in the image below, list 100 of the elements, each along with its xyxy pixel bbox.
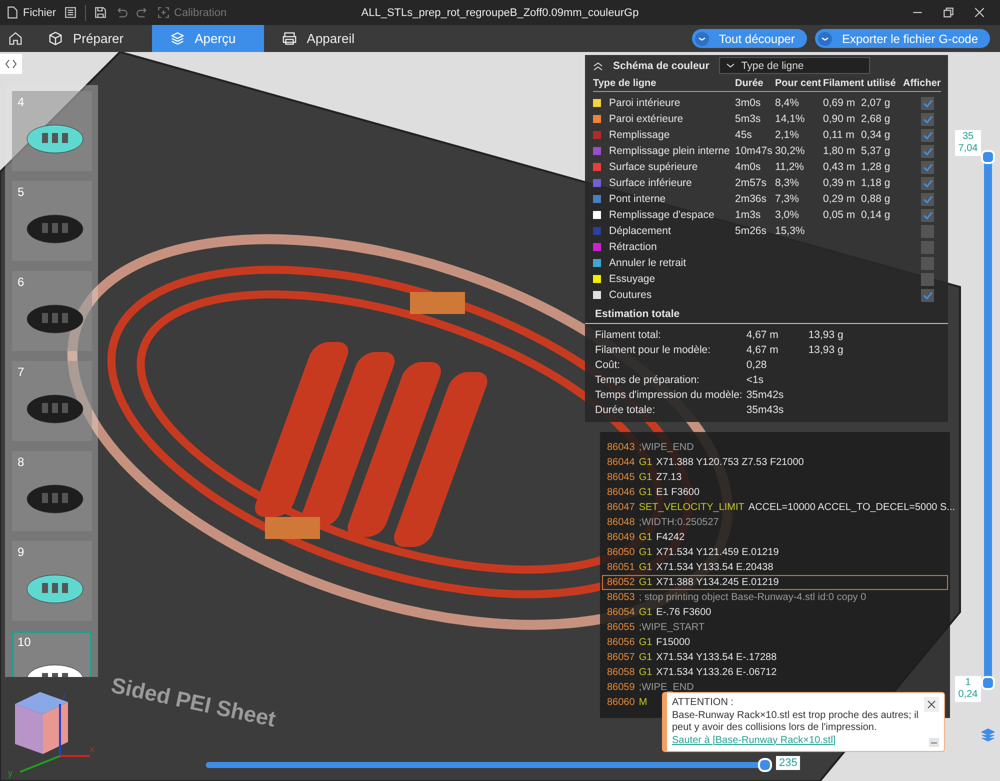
minimize-button[interactable] [929,738,939,747]
show-checkbox[interactable] [921,224,934,238]
collapse-button[interactable] [0,54,22,74]
estimate-value: 0,28 [746,358,768,373]
axis-label: z [62,690,66,700]
redo-icon[interactable] [136,6,150,19]
column-header: Pour cent [775,76,823,92]
weight-cell: 0,14 g [861,209,890,221]
color-scheme-dropdown[interactable]: Type de ligne [719,57,870,74]
plate-thumbnail[interactable]: 5 [12,181,92,261]
tab[interactable]: Appareil [264,25,382,52]
plate-thumbnail[interactable]: 9 [12,541,92,621]
gcode-arguments: X71.388 Y134.245 E.01219 [656,577,779,588]
weight-cell: 2,68 g [861,113,890,125]
length-cell: 1,80 m [823,145,856,157]
line-number: 86052 [607,577,635,588]
show-checkbox[interactable] [921,112,934,126]
close-icon [927,700,936,709]
show-checkbox[interactable] [921,96,934,110]
show-checkbox[interactable] [921,256,934,270]
gcode-line[interactable]: 86058 G1 X71.534 Y133.26 E-.06712 [602,665,948,680]
gcode-command: G1 [638,547,652,558]
orientation-cube-drawing[interactable] [15,692,90,773]
gcode-arguments: X71.388 Y120.753 Z7.53 F21000 [656,457,804,468]
show-checkbox[interactable] [921,176,934,190]
gcode-line[interactable]: 86046 G1 E1 F3600 [602,485,948,500]
undo-icon[interactable] [115,6,128,19]
gcode-comment: ;WIDTH:0.250527 [638,517,719,528]
weight-cell: 2,07 g [861,97,890,109]
section-title: Estimation totale [585,303,948,324]
show-checkbox[interactable] [921,128,934,142]
line-type-name: Pont interne [609,193,666,205]
weight-cell: 1,18 g [861,177,890,189]
show-checkbox[interactable] [921,272,934,286]
weight-cell: 1,28 g [861,161,890,173]
gcode-line[interactable]: 86048 ;WIDTH:0.250527 [602,515,948,530]
close-icon[interactable] [973,6,986,19]
tab[interactable]: Préparer [30,25,152,52]
duration-cell: 5m3s [735,113,761,125]
show-checkbox[interactable] [921,160,934,174]
estimate-label: Temps de préparation: [595,373,700,388]
gcode-line[interactable]: 86050 G1 X71.534 Y121.459 E.01219 [602,545,948,560]
line-type-name: Remplissage d'espace [609,209,714,221]
warning-message: Base-Runway Rack×10.stl est trop proche des autres; il peut y avoir des collisions lors de l'impression. [672,710,920,734]
gcode-line[interactable]: 86051 G1 X71.534 Y133.54 E.20438 [602,560,948,575]
gcode-command: G1 [638,532,652,543]
printer-icon [282,31,297,46]
line-number: 86053 [607,592,635,603]
gcode-line[interactable]: 86045 G1 Z7.13 [602,470,948,485]
plate-thumbnail[interactable]: 6 [12,271,92,351]
show-checkbox[interactable] [921,208,934,222]
show-checkbox[interactable] [921,192,934,206]
file-menu[interactable]: Fichier [23,6,56,18]
collapse-icon[interactable] [593,60,603,70]
layer-top-label: 35 7,04 [955,130,981,156]
menu-icon[interactable] [64,6,78,19]
layer-slider[interactable] [981,150,995,690]
line-number: 86058 [607,667,635,678]
percent-cell: 15,3% [775,225,805,237]
gcode-line[interactable]: 86055 ;WIPE_START [602,620,948,635]
gcode-line[interactable]: 86057 G1 X71.534 Y133.54 E-.17288 [602,650,948,665]
length-cell: 0,05 m [823,209,856,221]
gcode-line[interactable]: 86056 G1 F15000 [602,635,948,650]
restore-icon[interactable] [942,6,955,19]
slider-handle[interactable] [981,676,995,690]
gcode-line[interactable]: 86043 ;WIPE_END [602,440,948,455]
slider-handle[interactable] [981,150,995,164]
gcode-arguments: ACCEL=10000 ACCEL_TO_DECEL=5000 S... [748,502,956,513]
gcode-arguments: Z7.13 [656,472,682,483]
gcode-command: M [638,697,648,708]
gcode-line[interactable]: 86054 G1 E-.76 F3600 [602,605,948,620]
column-header: Durée [735,76,775,92]
gcode-arguments: X71.534 Y121.459 E.01219 [656,547,779,558]
move-value-label: 235 [776,756,800,770]
line-type-name: Surface inférieure [609,177,692,189]
duration-cell: 5m26s [735,225,767,237]
gcode-line[interactable]: 86059 ;WIPE_END [602,680,948,695]
line-type-name: Essuyage [609,273,656,285]
minus-icon [931,742,937,744]
caret-icon[interactable] [818,32,832,46]
show-checkbox[interactable] [921,240,934,254]
show-checkbox[interactable] [921,144,934,158]
home-icon[interactable] [8,31,22,46]
layers-icon[interactable] [980,727,996,743]
percent-cell: 2,1% [775,129,799,141]
duration-cell: 2m36s [735,193,767,205]
gcode-line[interactable]: 86049 G1 F4242 [602,530,948,545]
gcode-arguments: F4242 [656,532,685,543]
close-button[interactable] [924,697,939,712]
caret-icon[interactable] [694,32,709,46]
gcode-command: G1 [638,667,652,678]
save-icon[interactable] [94,6,108,19]
gcode-line[interactable]: 86044 G1 X71.388 Y120.753 Z7.53 F21000 [602,455,948,470]
plate-thumbnail[interactable]: 8 [12,451,92,531]
percent-cell: 7,3% [775,193,799,205]
length-cell: 0,43 m [823,161,856,173]
gcode-line[interactable]: 86053 ; stop printing object Base-Runway-4.stl id:0 copy 0 [602,590,948,605]
plate-thumbnail[interactable]: 7 [12,361,92,441]
show-checkbox[interactable] [921,288,934,302]
line-number: 86049 [607,532,635,543]
